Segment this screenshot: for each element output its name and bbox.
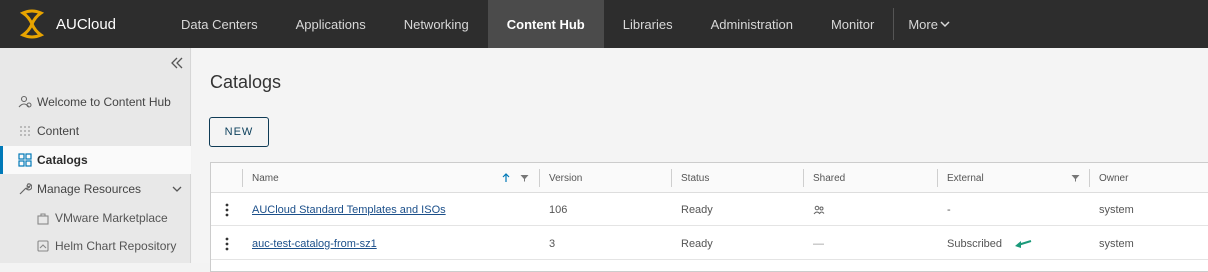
row-actions-kebab-icon[interactable] (223, 202, 231, 218)
page-title: Catalogs (210, 72, 282, 92)
catalog-name-link[interactable]: AUCloud Standard Templates and ISOs (252, 204, 446, 216)
sidebar-item-label: Manage Resources (37, 182, 142, 196)
sidebar-item-label: VMware Marketplace (55, 211, 168, 225)
bag-icon (36, 211, 50, 225)
catalogs-datagrid: Name Version Status Shared External Owne… (210, 162, 1208, 272)
more-label: More (908, 16, 938, 32)
cell-shared: — (813, 237, 824, 250)
more-menu-button[interactable]: More (894, 0, 964, 48)
column-header-version[interactable]: Version (540, 163, 672, 193)
datagrid-header: Name Version Status Shared External Owne… (211, 163, 1208, 193)
cell-version: 106 (549, 203, 568, 216)
column-header-owner[interactable]: Owner (1090, 163, 1208, 193)
sidebar-item-helm-chart-repository[interactable]: Helm Chart Repository (0, 232, 191, 260)
chevron-down-icon[interactable] (171, 183, 183, 195)
nav-content-hub[interactable]: Content Hub (487, 0, 604, 48)
main-content: Catalogs NEW Name Version Status Shared (192, 48, 1208, 272)
column-header-status[interactable]: Status (672, 163, 804, 193)
aucloud-logo-icon (17, 9, 47, 39)
chart-repo-icon (36, 239, 50, 253)
sidebar-item-manage-resources[interactable]: Manage Resources (0, 175, 191, 203)
collapse-sidebar-icon[interactable] (170, 56, 184, 70)
column-label: External (947, 172, 984, 184)
cell-status: Ready (681, 237, 713, 250)
top-bar: AUCloud Data Centers Applications Networ… (0, 0, 1208, 48)
sidebar-item-label: Catalogs (37, 153, 88, 167)
column-label: Owner (1099, 172, 1129, 184)
cell-external: - (947, 203, 951, 216)
column-header-name[interactable]: Name (243, 163, 538, 193)
cell-external: Subscribed (938, 227, 1032, 260)
sidebar-item-label: Helm Chart Repository (55, 239, 177, 253)
nav-data-centers[interactable]: Data Centers (162, 0, 277, 48)
column-label: Shared (813, 172, 846, 184)
catalogs-icon (18, 153, 32, 167)
chevron-down-icon (940, 21, 950, 28)
cell-version: 3 (549, 237, 556, 250)
table-row: auc-test-catalog-from-sz1 3 Ready — Subs… (211, 227, 1208, 260)
shared-users-icon (813, 205, 825, 214)
cell-owner: system (1099, 237, 1134, 250)
welcome-icon (18, 95, 32, 109)
column-label: Version (549, 172, 583, 184)
sidebar-item-label: Content (37, 124, 80, 138)
sidebar-item-catalogs[interactable]: Catalogs (0, 146, 191, 174)
nav-networking[interactable]: Networking (385, 0, 488, 48)
subscribed-label: Subscribed (947, 237, 1003, 250)
column-label: Status (681, 172, 710, 184)
nav-administration[interactable]: Administration (692, 0, 812, 48)
nav-monitor[interactable]: Monitor (812, 0, 893, 48)
sort-ascending-icon[interactable] (501, 173, 511, 183)
sidebar-item-welcome[interactable]: Welcome to Content Hub (0, 88, 191, 116)
arrow-annotation-icon (1015, 239, 1032, 248)
nav-libraries[interactable]: Libraries (604, 0, 692, 48)
cell-shared (804, 193, 825, 226)
app-name: AUCloud (56, 15, 117, 33)
content-grid-icon (18, 124, 32, 138)
column-header-external[interactable]: External (938, 163, 1090, 193)
sidebar-item-label: Welcome to Content Hub (37, 95, 171, 109)
column-header-shared[interactable]: Shared (804, 163, 936, 193)
cell-status: Ready (681, 203, 713, 216)
filter-icon[interactable] (1071, 174, 1080, 183)
nav-applications[interactable]: Applications (277, 0, 385, 48)
cell-name: auc-test-catalog-from-sz1 (243, 227, 377, 260)
column-label: Name (252, 172, 279, 184)
row-actions-kebab-icon[interactable] (223, 236, 231, 252)
filter-icon[interactable] (520, 174, 529, 183)
wrench-icon (18, 182, 32, 196)
sidebar-item-vmware-marketplace[interactable]: VMware Marketplace (0, 204, 191, 232)
catalog-name-link[interactable]: auc-test-catalog-from-sz1 (252, 238, 377, 250)
cell-name: AUCloud Standard Templates and ISOs (243, 193, 446, 226)
sidebar: Welcome to Content Hub Content Catalogs … (0, 48, 191, 263)
table-row: AUCloud Standard Templates and ISOs 106 … (211, 193, 1208, 226)
main-nav: Data Centers Applications Networking Con… (162, 0, 964, 48)
cell-owner: system (1099, 203, 1134, 216)
sidebar-item-content[interactable]: Content (0, 117, 191, 145)
new-catalog-button[interactable]: NEW (209, 117, 269, 147)
brand[interactable]: AUCloud (0, 0, 160, 48)
